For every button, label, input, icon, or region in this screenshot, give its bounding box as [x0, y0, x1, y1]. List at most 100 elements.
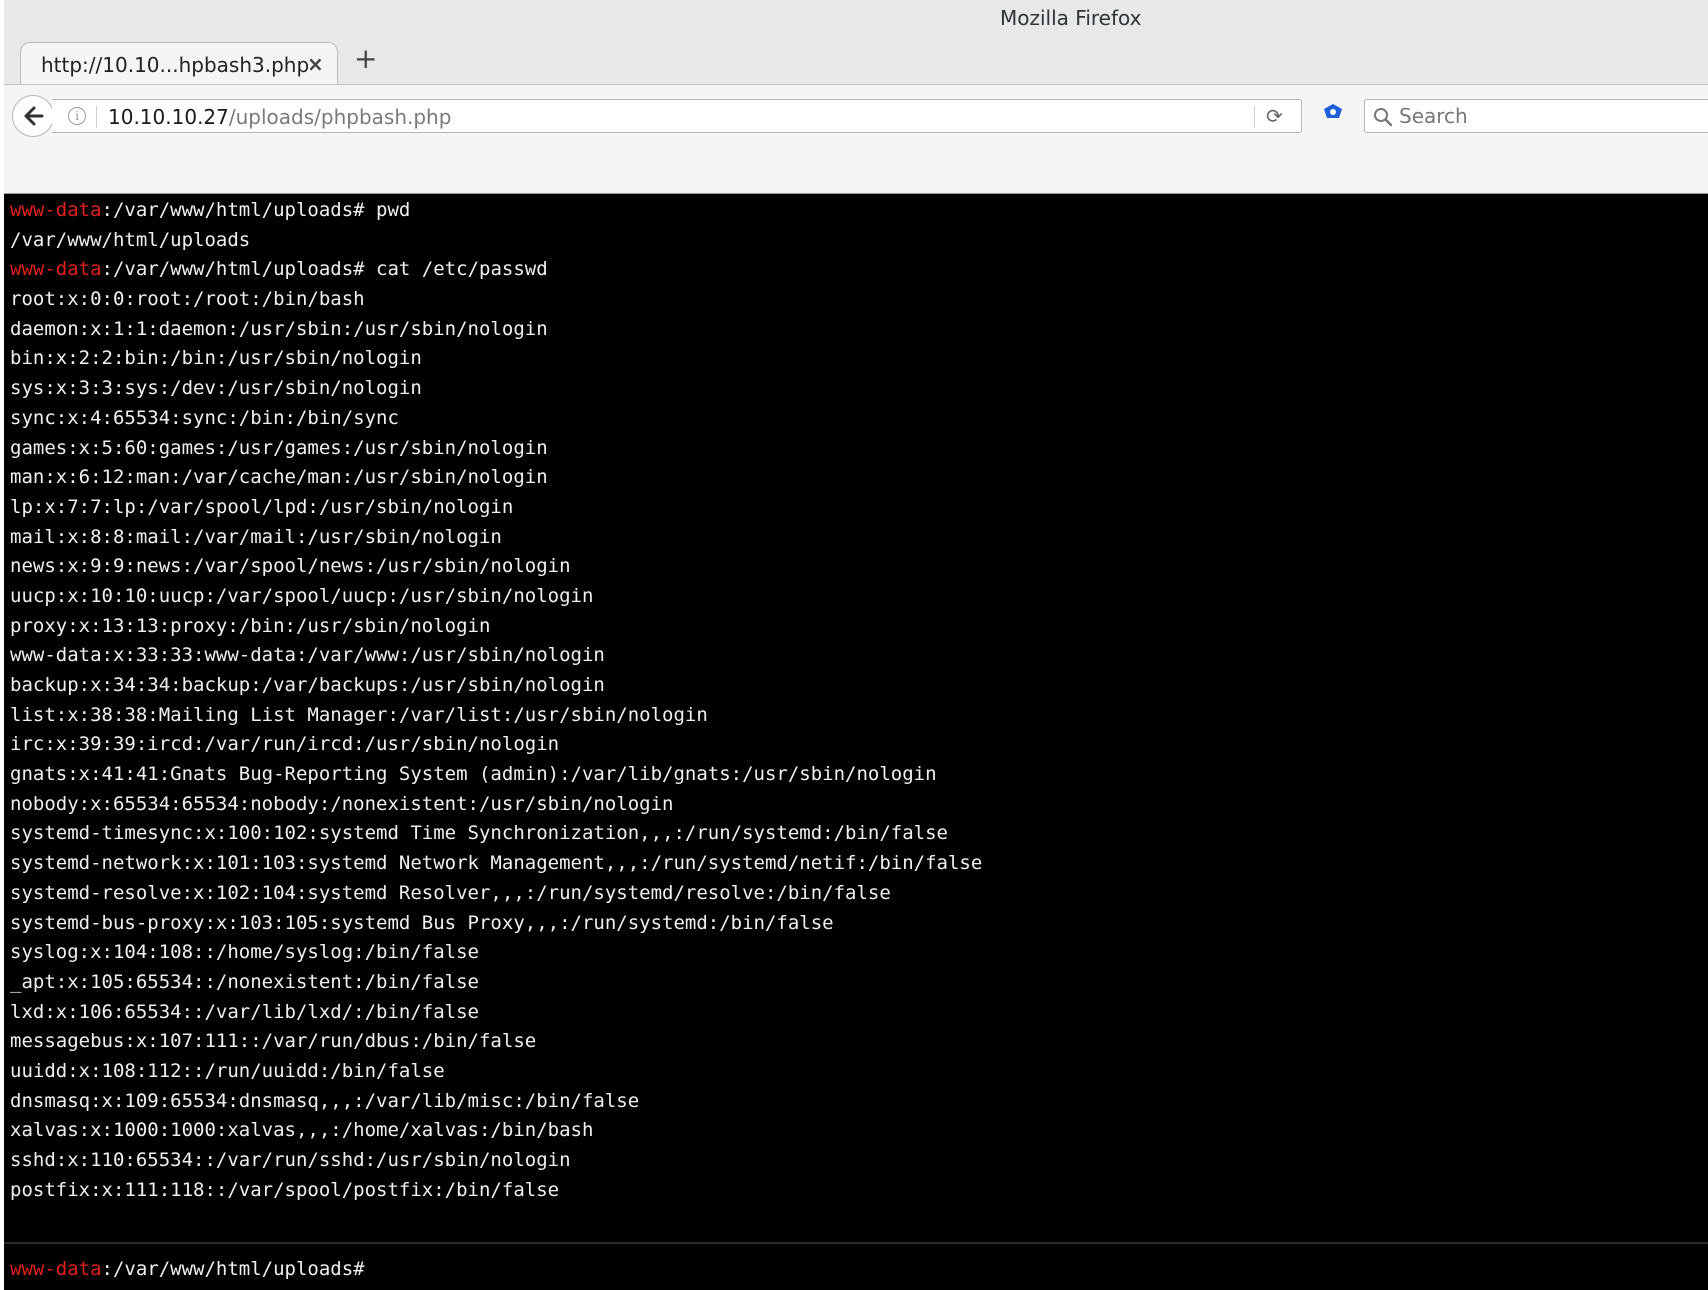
- close-tab-icon[interactable]: ×: [307, 52, 324, 76]
- line-text: /var/www/html/uploads: [10, 228, 251, 251]
- line-text: games:x:5:60:games:/usr/games:/usr/sbin/…: [10, 436, 548, 459]
- line-text: man:x:6:12:man:/var/cache/man:/usr/sbin/…: [10, 466, 548, 489]
- line-text: www-data:x:33:33:www-data:/var/www:/usr/…: [10, 644, 605, 667]
- terminal-output-line: nobody:x:65534:65534:nobody:/nonexistent…: [10, 790, 1708, 820]
- terminal-area: www-data:/var/www/html/uploads# pwd/var/…: [4, 194, 1708, 1290]
- terminal-output-line: gnats:x:41:41:Gnats Bug-Reporting System…: [10, 760, 1708, 790]
- line-text: :/var/www/html/uploads# pwd: [101, 199, 411, 221]
- line-text: gnats:x:41:41:Gnats Bug-Reporting System…: [10, 763, 937, 786]
- url-path: /uploads/phpbash.php: [228, 105, 452, 129]
- terminal-output-line: bin:x:2:2:bin:/bin:/usr/sbin/nologin: [10, 344, 1708, 374]
- prompt-user: www-data: [10, 258, 102, 281]
- line-text: irc:x:39:39:ircd:/var/run/ircd:/usr/sbin…: [10, 733, 560, 756]
- terminal-output-line: irc:x:39:39:ircd:/var/run/ircd:/usr/sbin…: [10, 730, 1708, 760]
- terminal-command-line: www-data:/var/www/html/uploads# pwd: [10, 196, 1708, 226]
- terminal-input-line: www-data:/var/www/html/uploads#: [10, 1254, 1671, 1284]
- terminal-output-line: list:x:38:38:Mailing List Manager:/var/l…: [10, 701, 1708, 731]
- terminal-output-line: proxy:x:13:13:proxy:/bin:/usr/sbin/nolog…: [10, 612, 1708, 642]
- input-divider: [4, 1242, 1708, 1244]
- line-text: sync:x:4:65534:sync:/bin:/bin/sync: [10, 406, 399, 429]
- line-text: bin:x:2:2:bin:/bin:/usr/sbin/nologin: [10, 347, 422, 370]
- back-arrow-icon: [24, 106, 44, 126]
- terminal-output-line: uucp:x:10:10:uucp:/var/spool/uucp:/usr/s…: [10, 582, 1708, 612]
- line-text: backup:x:34:34:backup:/var/backups:/usr/…: [10, 674, 605, 696]
- search-input[interactable]: [1399, 103, 1699, 129]
- line-text: lxd:x:106:65534::/var/lib/lxd/:/bin/fals…: [10, 1000, 479, 1023]
- url-divider: [96, 106, 97, 128]
- line-text: sshd:x:110:65534::/var/run/sshd:/usr/sbi…: [10, 1149, 571, 1171]
- terminal-output-line: daemon:x:1:1:daemon:/usr/sbin:/usr/sbin/…: [10, 315, 1708, 345]
- terminal-output-line: sys:x:3:3:sys:/dev:/usr/sbin/nologin: [10, 374, 1708, 404]
- prompt-user: www-data: [10, 1258, 102, 1280]
- terminal-output-line: postfix:x:111:118::/var/spool/postfix:/b…: [10, 1176, 1708, 1206]
- line-text: systemd-timesync:x:100:102:systemd Time …: [10, 822, 948, 845]
- terminal-output-line: backup:x:34:34:backup:/var/backups:/usr/…: [10, 671, 1708, 701]
- terminal-output-line: uuidd:x:108:112::/run/uuidd:/bin/false: [10, 1057, 1708, 1087]
- line-text: syslog:x:104:108::/home/syslog:/bin/fals…: [10, 941, 479, 964]
- line-text: sys:x:3:3:sys:/dev:/usr/sbin/nologin: [10, 377, 422, 400]
- line-text: uuidd:x:108:112::/run/uuidd:/bin/false: [10, 1059, 445, 1082]
- line-text: root:x:0:0:root:/root:/bin/bash: [10, 288, 365, 311]
- terminal-command-line: www-data:/var/www/html/uploads# cat /etc…: [10, 255, 1708, 285]
- line-text: systemd-network:x:101:103:systemd Networ…: [10, 852, 983, 875]
- terminal-output-line: lp:x:7:7:lp:/var/spool/lpd:/usr/sbin/nol…: [10, 493, 1708, 523]
- reload-icon[interactable]: ⟳: [1266, 104, 1283, 128]
- terminal-output-line: games:x:5:60:games:/usr/games:/usr/sbin/…: [10, 434, 1708, 464]
- line-text: systemd-resolve:x:102:104:systemd Resolv…: [10, 881, 891, 904]
- terminal-output-line: www-data:x:33:33:www-data:/var/www:/usr/…: [10, 641, 1708, 671]
- terminal-output-line: /var/www/html/uploads: [10, 226, 1708, 256]
- line-text: :/var/www/html/uploads# cat /etc/passwd: [101, 258, 548, 281]
- url-text[interactable]: 10.10.10.27/uploads/phpbash.php: [108, 105, 451, 129]
- command-input[interactable]: [364, 1256, 1671, 1282]
- line-text: daemon:x:1:1:daemon:/usr/sbin:/usr/sbin/…: [10, 317, 548, 340]
- line-text: list:x:38:38:Mailing List Manager:/var/l…: [10, 703, 708, 726]
- browser-window: Mozilla Firefox http://10.10...hpbash3.p…: [4, 0, 1708, 1290]
- pocket-icon[interactable]: [1322, 103, 1344, 121]
- tab-phpbash[interactable]: http://10.10...hpbash3.php ×: [20, 42, 338, 84]
- back-button[interactable]: [12, 95, 54, 137]
- line-text: uucp:x:10:10:uucp:/var/spool/uucp:/usr/s…: [10, 584, 594, 607]
- terminal-output-line: news:x:9:9:news:/var/spool/news:/usr/sbi…: [10, 552, 1708, 582]
- terminal-output-line: sync:x:4:65534:sync:/bin:/bin/sync: [10, 404, 1708, 434]
- line-text: _apt:x:105:65534::/nonexistent:/bin/fals…: [10, 970, 479, 993]
- terminal-output-line: syslog:x:104:108::/home/syslog:/bin/fals…: [10, 938, 1708, 968]
- terminal-output-line: dnsmasq:x:109:65534:dnsmasq,,,:/var/lib/…: [10, 1087, 1708, 1117]
- terminal-output-line: root:x:0:0:root:/root:/bin/bash: [10, 285, 1708, 315]
- new-tab-button[interactable]: +: [354, 45, 377, 73]
- line-text: nobody:x:65534:65534:nobody:/nonexistent…: [10, 792, 674, 815]
- terminal-output-line: systemd-network:x:101:103:systemd Networ…: [10, 849, 1708, 879]
- line-text: news:x:9:9:news:/var/spool/news:/usr/sbi…: [10, 555, 571, 578]
- terminal-output-line: systemd-bus-proxy:x:103:105:systemd Bus …: [10, 909, 1708, 939]
- prompt-user: www-data: [10, 199, 102, 221]
- line-text: messagebus:x:107:111::/var/run/dbus:/bin…: [10, 1030, 537, 1053]
- line-text: proxy:x:13:13:proxy:/bin:/usr/sbin/nolog…: [10, 614, 491, 637]
- terminal-output-line: sshd:x:110:65534::/var/run/sshd:/usr/sbi…: [10, 1146, 1708, 1176]
- window-title: Mozilla Firefox: [1000, 6, 1142, 30]
- terminal-output: www-data:/var/www/html/uploads# pwd/var/…: [10, 196, 1708, 1205]
- terminal-output-line: systemd-timesync:x:100:102:systemd Time …: [10, 819, 1708, 849]
- terminal-output-line: man:x:6:12:man:/var/cache/man:/usr/sbin/…: [10, 463, 1708, 493]
- line-text: systemd-bus-proxy:x:103:105:systemd Bus …: [10, 911, 834, 934]
- tab-strip: http://10.10...hpbash3.php × +: [4, 36, 1708, 85]
- reload-divider: [1254, 106, 1255, 128]
- line-text: mail:x:8:8:mail:/var/mail:/usr/sbin/nolo…: [10, 525, 502, 548]
- terminal-output-line: systemd-resolve:x:102:104:systemd Resolv…: [10, 879, 1708, 909]
- terminal-output-line: _apt:x:105:65534::/nonexistent:/bin/fals…: [10, 968, 1708, 998]
- navigation-toolbar: i 10.10.10.27/uploads/phpbash.php ⟳: [4, 85, 1708, 194]
- line-text: lp:x:7:7:lp:/var/spool/lpd:/usr/sbin/nol…: [10, 495, 514, 518]
- search-bar[interactable]: [1364, 99, 1708, 133]
- terminal-output-line: mail:x:8:8:mail:/var/mail:/usr/sbin/nolo…: [10, 523, 1708, 553]
- search-icon: [1374, 108, 1393, 127]
- prompt-path: :/var/www/html/uploads#: [101, 1258, 365, 1280]
- address-bar[interactable]: i 10.10.10.27/uploads/phpbash.php ⟳: [52, 99, 1302, 133]
- site-info-icon[interactable]: i: [68, 107, 86, 125]
- title-bar: Mozilla Firefox: [4, 0, 1708, 36]
- line-text: xalvas:x:1000:1000:xalvas,,,:/home/xalva…: [10, 1119, 594, 1142]
- line-text: postfix:x:111:118::/var/spool/postfix:/b…: [10, 1178, 560, 1201]
- url-host: 10.10.10.27: [108, 105, 229, 129]
- terminal-output-line: lxd:x:106:65534::/var/lib/lxd/:/bin/fals…: [10, 998, 1708, 1028]
- tab-title: http://10.10...hpbash3.php: [41, 53, 310, 77]
- terminal-output-line: xalvas:x:1000:1000:xalvas,,,:/home/xalva…: [10, 1116, 1708, 1146]
- terminal-output-line: messagebus:x:107:111::/var/run/dbus:/bin…: [10, 1027, 1708, 1057]
- line-text: dnsmasq:x:109:65534:dnsmasq,,,:/var/lib/…: [10, 1089, 640, 1112]
